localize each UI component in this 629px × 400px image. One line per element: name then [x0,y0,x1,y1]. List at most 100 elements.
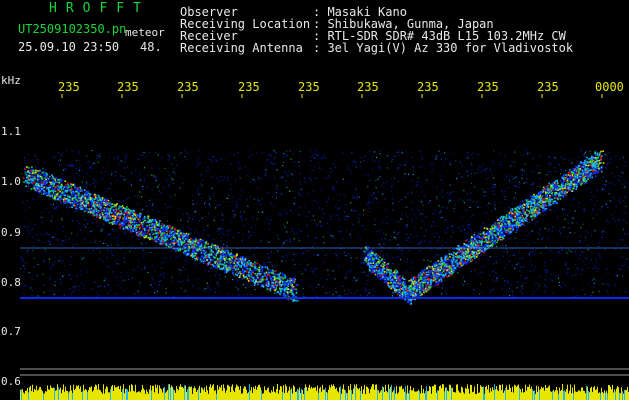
trace-pixel [115,207,117,209]
trace-pixel [193,244,196,246]
noise-dot [149,199,151,201]
noise-dot [571,162,573,164]
trace-pixel [244,270,246,272]
trace-pixel [121,207,123,209]
noise-dot [501,190,503,192]
noise-dot [446,292,448,295]
noise-dot [289,241,291,243]
noise-dot [353,293,355,295]
noise-dot [613,197,615,199]
noise-dot [519,270,521,272]
noise-dot [28,207,31,209]
noise-dot [373,160,376,162]
noise-dot [280,260,283,262]
noise-dot [433,235,436,237]
noise-dot [268,229,270,231]
noise-dot [164,257,166,259]
noise-dot [274,152,277,154]
noise-dot [481,188,483,190]
trace-pixel [261,268,264,271]
noise-dot [21,261,23,263]
noise-dot [267,253,269,255]
noise-dot [321,158,323,160]
noise-dot [482,163,484,165]
trace-pixel [26,176,28,179]
noise-dot [496,280,498,282]
trace-pixel [109,201,112,204]
noise-dot [493,193,495,195]
noise-dot [363,160,365,162]
noise-dot [241,240,243,242]
noise-dot [400,217,402,219]
trace-pixel [148,224,151,226]
noise-dot [551,259,553,261]
noise-dot [79,229,81,231]
noise-dot [379,150,381,152]
noise-dot [480,226,482,228]
noise-dot [592,217,594,220]
noise-dot [283,156,285,158]
trace-pixel [284,290,286,292]
noise-dot [151,174,153,176]
noise-dot [221,236,223,238]
noise-dot [564,213,566,215]
noise-dot [482,213,484,215]
noise-dot [154,271,156,273]
noise-dot [391,158,393,160]
noise-dot [369,179,371,181]
trace-pixel [240,266,242,268]
trace-pixel [186,238,189,241]
noise-dot [471,182,473,184]
noise-dot [232,236,234,238]
trace-pixel [47,189,50,191]
trace-pixel [185,238,187,240]
noise-dot [312,288,314,291]
noise-dot [75,243,77,246]
noise-dot [98,220,100,222]
noise-dot [192,218,194,220]
noise-dot [290,158,292,160]
noise-dot [63,240,65,242]
noise-dot [296,293,298,296]
noise-dot [168,186,171,188]
noise-dot [60,153,62,155]
noise-dot [252,217,254,219]
noise-dot [384,244,386,246]
noise-dot [350,229,352,231]
noise-dot [108,234,110,236]
noise-dot [613,274,616,276]
noise-dot [433,286,435,288]
trace-pixel [252,280,254,282]
noise-dot [315,268,317,270]
noise-dot [45,243,47,245]
trace-pixel [92,212,95,215]
trace-pixel [169,243,172,246]
noise-dot [307,250,309,252]
noise-dot [335,255,337,257]
trace-pixel [129,230,132,232]
trace-pixel [53,183,55,185]
noise-dot [69,164,72,166]
trace-pixel [248,260,251,262]
noise-dot [191,194,194,196]
trace-pixel [207,263,210,265]
noise-dot [214,274,216,276]
noise-dot [126,271,128,273]
trace-pixel [137,233,139,235]
noise-dot [442,283,444,285]
noise-dot [395,238,397,240]
noise-dot [354,160,356,162]
noise-dot [330,215,332,217]
trace-pixel [147,237,150,239]
noise-dot [376,156,378,159]
trace-pixel [98,196,100,198]
noise-dot [618,218,620,220]
trace-pixel [130,211,133,214]
trace-pixel [283,280,286,283]
noise-dot [341,205,343,207]
noise-dot [67,210,69,212]
trace-pixel [77,194,80,197]
noise-dot [494,183,496,185]
noise-dot [290,173,293,175]
trace-pixel [168,245,170,248]
